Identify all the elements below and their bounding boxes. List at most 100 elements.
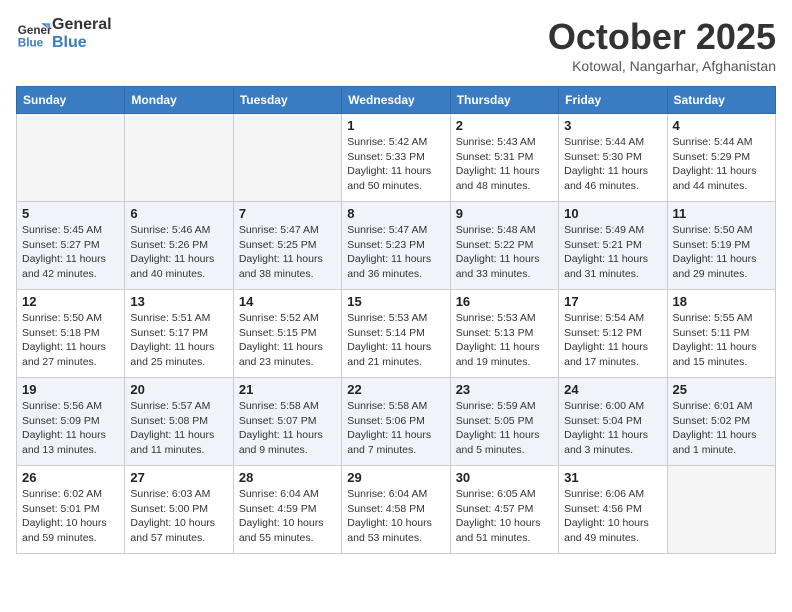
day-number: 23 [456, 382, 553, 397]
day-info: Sunrise: 5:50 AM Sunset: 5:18 PM Dayligh… [22, 311, 119, 370]
calendar-cell: 13 Sunrise: 5:51 AM Sunset: 5:17 PM Dayli… [125, 290, 233, 378]
day-number: 6 [130, 206, 227, 221]
calendar-cell: 15 Sunrise: 5:53 AM Sunset: 5:14 PM Dayli… [342, 290, 450, 378]
day-number: 14 [239, 294, 336, 309]
day-info: Sunrise: 6:03 AM Sunset: 5:00 PM Dayligh… [130, 487, 227, 546]
day-info: Sunrise: 6:04 AM Sunset: 4:58 PM Dayligh… [347, 487, 444, 546]
logo: General Blue General Blue [16, 16, 112, 52]
day-number: 19 [22, 382, 119, 397]
calendar-cell: 19Sunrise: 5:56 AM Sunset: 5:09 PM Dayli… [17, 378, 125, 466]
day-number: 8 [347, 206, 444, 221]
day-info: Sunrise: 6:01 AM Sunset: 5:02 PM Dayligh… [673, 399, 770, 458]
calendar-cell: 31Sunrise: 6:06 AM Sunset: 4:56 PM Dayli… [559, 466, 667, 554]
day-number: 31 [564, 470, 661, 485]
day-info: Sunrise: 5:44 AM Sunset: 5:30 PM Dayligh… [564, 135, 661, 194]
calendar-cell: 16 Sunrise: 5:53 AM Sunset: 5:13 PM Dayli… [450, 290, 558, 378]
calendar-week-row: 5 Sunrise: 5:45 AM Sunset: 5:27 PM Daylig… [17, 202, 776, 290]
day-info: Sunrise: 6:05 AM Sunset: 4:57 PM Dayligh… [456, 487, 553, 546]
calendar-cell [233, 114, 341, 202]
location: Kotowal, Nangarhar, Afghanistan [548, 58, 776, 74]
calendar-cell: 7Sunrise: 5:47 AM Sunset: 5:25 PM Daylig… [233, 202, 341, 290]
svg-text:Blue: Blue [18, 37, 44, 50]
calendar-cell: 27 Sunrise: 6:03 AM Sunset: 5:00 PM Dayli… [125, 466, 233, 554]
calendar-cell [125, 114, 233, 202]
calendar-cell: 10Sunrise: 5:49 AM Sunset: 5:21 PM Dayli… [559, 202, 667, 290]
logo-text-general: General [52, 16, 112, 34]
day-info: Sunrise: 5:58 AM Sunset: 5:06 PM Dayligh… [347, 399, 444, 458]
day-number: 5 [22, 206, 119, 221]
calendar-cell: 1 Sunrise: 5:42 AM Sunset: 5:33 PM Daylig… [342, 114, 450, 202]
calendar-cell [667, 466, 775, 554]
day-info: Sunrise: 6:00 AM Sunset: 5:04 PM Dayligh… [564, 399, 661, 458]
calendar-cell: 24 Sunrise: 6:00 AM Sunset: 5:04 PM Dayli… [559, 378, 667, 466]
day-info: Sunrise: 5:53 AM Sunset: 5:13 PM Dayligh… [456, 311, 553, 370]
day-number: 4 [673, 118, 770, 133]
day-info: Sunrise: 5:59 AM Sunset: 5:05 PM Dayligh… [456, 399, 553, 458]
svg-text:General: General [18, 24, 52, 37]
day-number: 7 [239, 206, 336, 221]
day-header-friday: Friday [559, 87, 667, 114]
day-info: Sunrise: 5:54 AM Sunset: 5:12 PM Dayligh… [564, 311, 661, 370]
logo-text-blue: Blue [52, 34, 112, 52]
calendar-cell: 4Sunrise: 5:44 AM Sunset: 5:29 PM Daylig… [667, 114, 775, 202]
calendar-cell: 8 Sunrise: 5:47 AM Sunset: 5:23 PM Daylig… [342, 202, 450, 290]
calendar-cell: 20 Sunrise: 5:57 AM Sunset: 5:08 PM Dayli… [125, 378, 233, 466]
day-number: 30 [456, 470, 553, 485]
calendar-week-row: 26Sunrise: 6:02 AM Sunset: 5:01 PM Dayli… [17, 466, 776, 554]
day-number: 21 [239, 382, 336, 397]
calendar-cell: 23 Sunrise: 5:59 AM Sunset: 5:05 PM Dayli… [450, 378, 558, 466]
calendar-cell: 18Sunrise: 5:55 AM Sunset: 5:11 PM Dayli… [667, 290, 775, 378]
day-info: Sunrise: 5:50 AM Sunset: 5:19 PM Dayligh… [673, 223, 770, 282]
day-number: 15 [347, 294, 444, 309]
day-number: 27 [130, 470, 227, 485]
day-number: 1 [347, 118, 444, 133]
day-number: 24 [564, 382, 661, 397]
calendar-cell: 6Sunrise: 5:46 AM Sunset: 5:26 PM Daylig… [125, 202, 233, 290]
day-number: 16 [456, 294, 553, 309]
day-info: Sunrise: 6:04 AM Sunset: 4:59 PM Dayligh… [239, 487, 336, 546]
calendar-cell: 3Sunrise: 5:44 AM Sunset: 5:30 PM Daylig… [559, 114, 667, 202]
calendar-header: SundayMondayTuesdayWednesdayThursdayFrid… [17, 87, 776, 114]
day-number: 20 [130, 382, 227, 397]
day-number: 25 [673, 382, 770, 397]
calendar-cell: 14 Sunrise: 5:52 AM Sunset: 5:15 PM Dayli… [233, 290, 341, 378]
calendar-cell: 29Sunrise: 6:04 AM Sunset: 4:58 PM Dayli… [342, 466, 450, 554]
calendar-week-row: 12Sunrise: 5:50 AM Sunset: 5:18 PM Dayli… [17, 290, 776, 378]
calendar-week-row: 1 Sunrise: 5:42 AM Sunset: 5:33 PM Daylig… [17, 114, 776, 202]
calendar: SundayMondayTuesdayWednesdayThursdayFrid… [16, 86, 776, 554]
calendar-cell: 11Sunrise: 5:50 AM Sunset: 5:19 PM Dayli… [667, 202, 775, 290]
day-info: Sunrise: 5:43 AM Sunset: 5:31 PM Dayligh… [456, 135, 553, 194]
day-header-saturday: Saturday [667, 87, 775, 114]
calendar-cell: 28 Sunrise: 6:04 AM Sunset: 4:59 PM Dayli… [233, 466, 341, 554]
day-info: Sunrise: 5:51 AM Sunset: 5:17 PM Dayligh… [130, 311, 227, 370]
calendar-cell [17, 114, 125, 202]
calendar-cell: 9Sunrise: 5:48 AM Sunset: 5:22 PM Daylig… [450, 202, 558, 290]
day-info: Sunrise: 5:53 AM Sunset: 5:14 PM Dayligh… [347, 311, 444, 370]
day-header-wednesday: Wednesday [342, 87, 450, 114]
day-header-sunday: Sunday [17, 87, 125, 114]
day-info: Sunrise: 5:58 AM Sunset: 5:07 PM Dayligh… [239, 399, 336, 458]
calendar-cell: 22Sunrise: 5:58 AM Sunset: 5:06 PM Dayli… [342, 378, 450, 466]
day-number: 13 [130, 294, 227, 309]
day-info: Sunrise: 5:57 AM Sunset: 5:08 PM Dayligh… [130, 399, 227, 458]
calendar-cell: 2Sunrise: 5:43 AM Sunset: 5:31 PM Daylig… [450, 114, 558, 202]
title-block: October 2025 Kotowal, Nangarhar, Afghani… [548, 16, 776, 74]
logo-icon: General Blue [16, 16, 52, 52]
month-title: October 2025 [548, 16, 776, 58]
calendar-cell: 12Sunrise: 5:50 AM Sunset: 5:18 PM Dayli… [17, 290, 125, 378]
calendar-cell: 17Sunrise: 5:54 AM Sunset: 5:12 PM Dayli… [559, 290, 667, 378]
day-header-tuesday: Tuesday [233, 87, 341, 114]
calendar-week-row: 19Sunrise: 5:56 AM Sunset: 5:09 PM Dayli… [17, 378, 776, 466]
day-info: Sunrise: 5:45 AM Sunset: 5:27 PM Dayligh… [22, 223, 119, 282]
page-header: General Blue General Blue October 2025 K… [16, 16, 776, 74]
day-info: Sunrise: 5:55 AM Sunset: 5:11 PM Dayligh… [673, 311, 770, 370]
calendar-body: 1 Sunrise: 5:42 AM Sunset: 5:33 PM Daylig… [17, 114, 776, 554]
day-info: Sunrise: 5:47 AM Sunset: 5:23 PM Dayligh… [347, 223, 444, 282]
day-number: 28 [239, 470, 336, 485]
day-number: 9 [456, 206, 553, 221]
day-info: Sunrise: 5:52 AM Sunset: 5:15 PM Dayligh… [239, 311, 336, 370]
day-header-monday: Monday [125, 87, 233, 114]
calendar-cell: 26Sunrise: 6:02 AM Sunset: 5:01 PM Dayli… [17, 466, 125, 554]
day-info: Sunrise: 5:42 AM Sunset: 5:33 PM Dayligh… [347, 135, 444, 194]
calendar-cell: 25 Sunrise: 6:01 AM Sunset: 5:02 PM Dayli… [667, 378, 775, 466]
